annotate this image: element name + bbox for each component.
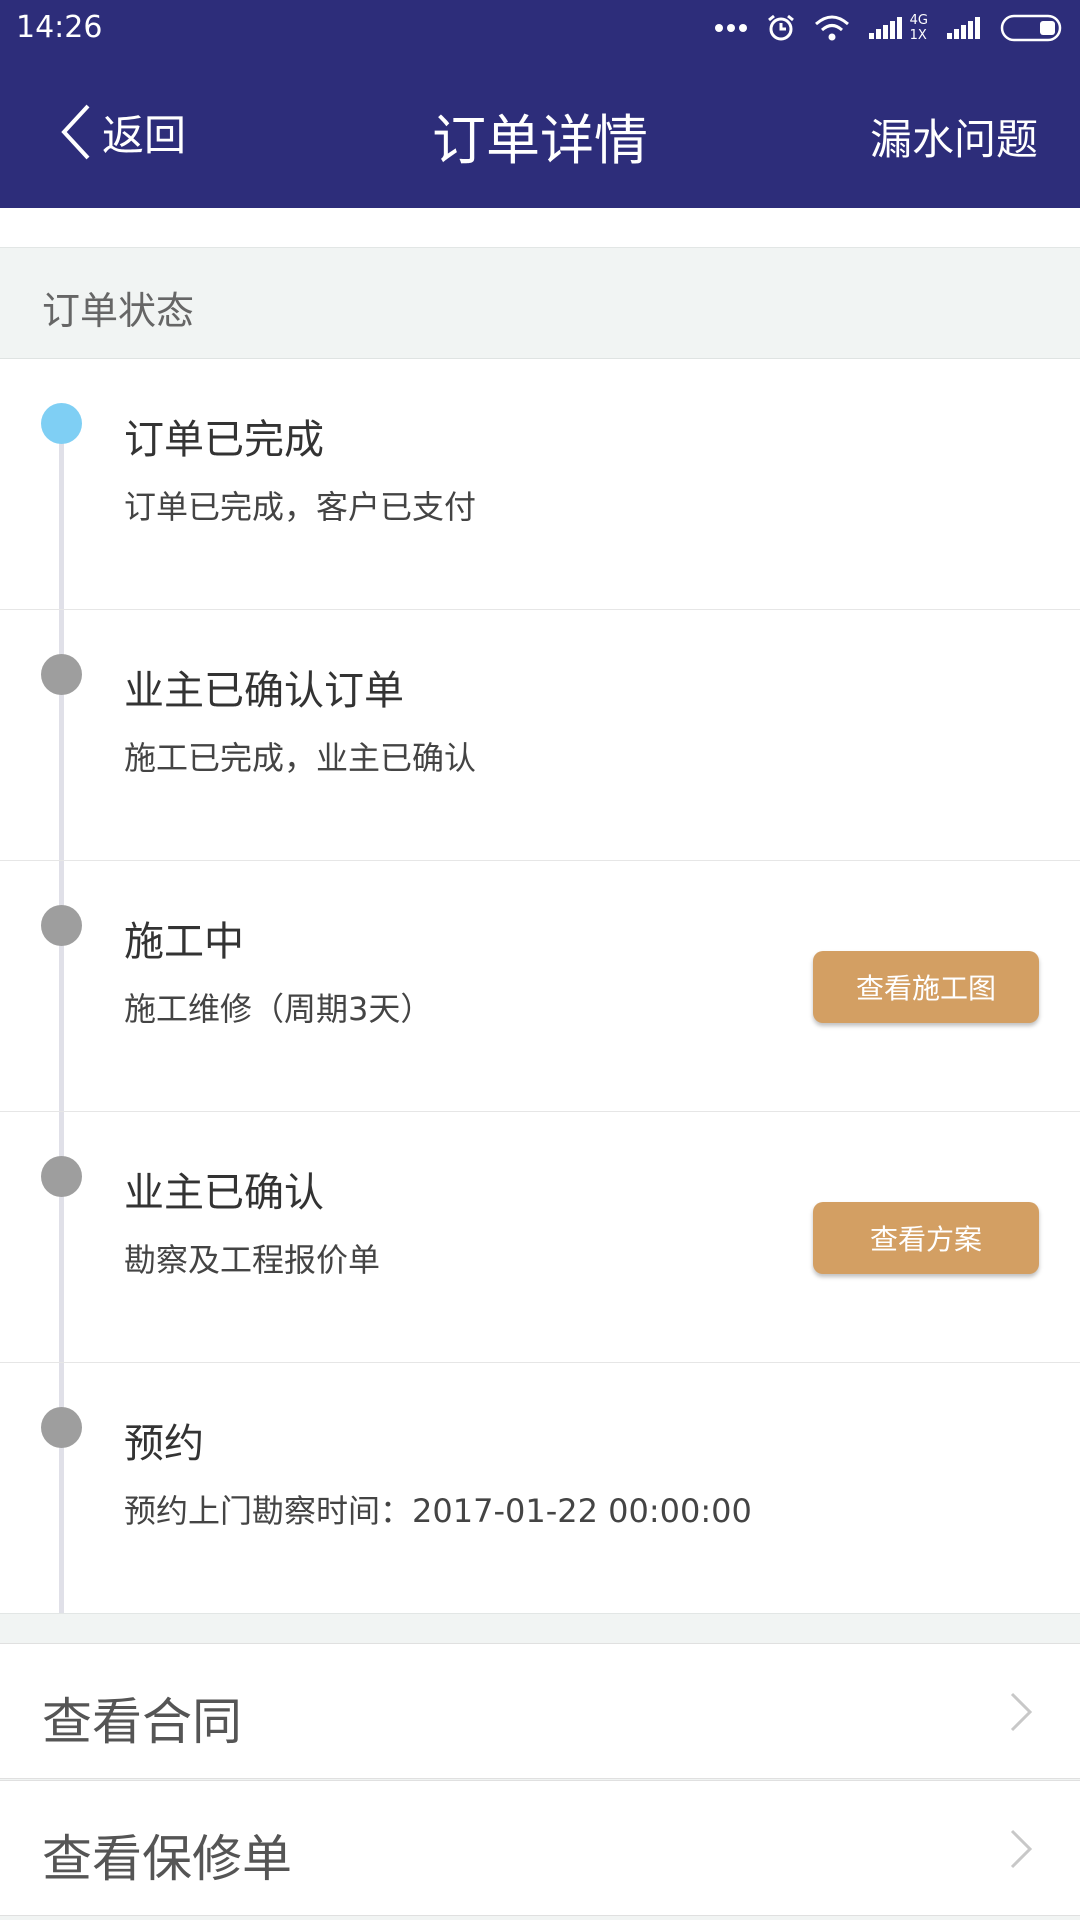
timeline-item-title: 业主已确认订单 — [124, 668, 404, 714]
timeline-dot — [41, 905, 82, 946]
timeline-item-desc: 施工维修（周期3天） — [124, 990, 433, 1028]
issue-type-label[interactable]: 漏水问题 — [870, 106, 1038, 167]
timeline-dot-active — [41, 403, 82, 444]
timeline-item-title: 施工中 — [124, 919, 244, 965]
more-dots-icon — [714, 24, 747, 32]
battery-icon — [1000, 14, 1062, 42]
chevron-right-icon — [1010, 1692, 1033, 1732]
nav-bar: 返回 订单详情 漏水问题 — [0, 56, 1080, 208]
signal-1-icon — [868, 17, 902, 39]
timeline-item: 预约 预约上门勘察时间：2017-01-22 00:00:00 — [0, 1363, 1080, 1613]
chevron-right-icon — [1010, 1829, 1033, 1869]
timeline-item-title: 预约 — [124, 1421, 204, 1467]
timeline-item-desc: 勘察及工程报价单 — [124, 1241, 381, 1279]
timeline-item: 业主已确认订单 施工已完成，业主已确认 — [0, 610, 1080, 861]
view-contract-label: 查看合同 — [42, 1693, 242, 1751]
view-construction-drawing-button[interactable]: 查看施工图 — [813, 951, 1039, 1023]
top-spacer — [0, 208, 1080, 248]
order-status-timeline: 订单已完成 订单已完成，客户已支付 业主已确认订单 施工已完成，业主已确认 施工… — [0, 359, 1080, 1613]
timeline-dot — [41, 1156, 82, 1197]
view-warranty-label: 查看保修单 — [42, 1830, 292, 1888]
view-warranty-row[interactable]: 查看保修单 — [0, 1780, 1080, 1916]
network-sub-label: 1X — [909, 28, 927, 43]
signal-2-icon — [947, 17, 980, 39]
network-label: 4G — [909, 13, 928, 28]
timeline-item: 订单已完成 订单已完成，客户已支付 — [0, 359, 1080, 610]
alarm-icon — [767, 14, 794, 41]
network-type: 4G 1X — [910, 13, 928, 43]
section-gap — [0, 1613, 1080, 1643]
view-plan-button[interactable]: 查看方案 — [813, 1202, 1039, 1274]
section-title: 订单状态 — [42, 289, 195, 333]
timeline-item-title: 业主已确认 — [124, 1170, 324, 1216]
timeline-item: 施工中 施工维修（周期3天） 查看施工图 — [0, 861, 1080, 1112]
timeline-item-desc: 预约上门勘察时间：2017-01-22 00:00:00 — [124, 1492, 752, 1530]
wifi-icon — [814, 15, 849, 41]
status-icons: 4G 1X — [714, 10, 1066, 46]
status-time: 14:26 — [16, 10, 103, 45]
timeline-item: 业主已确认 勘察及工程报价单 查看方案 — [0, 1112, 1080, 1363]
timeline-item-desc: 订单已完成，客户已支付 — [124, 488, 477, 526]
status-bar: 14:26 4G 1X — [0, 0, 1080, 56]
section-header: 订单状态 — [0, 248, 1080, 359]
timeline-item-desc: 施工已完成，业主已确认 — [124, 739, 477, 777]
timeline-dot — [41, 1407, 82, 1448]
timeline-item-title: 订单已完成 — [124, 417, 324, 463]
view-contract-row[interactable]: 查看合同 — [0, 1643, 1080, 1779]
timeline-dot — [41, 654, 82, 695]
